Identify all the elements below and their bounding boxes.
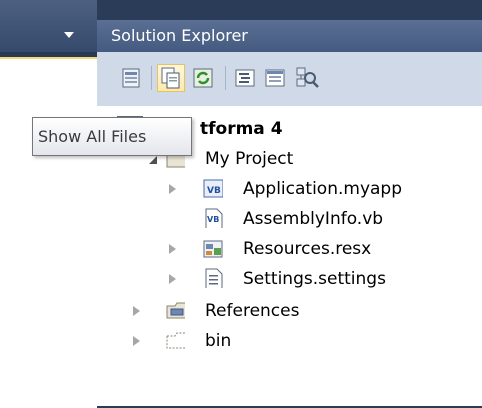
tree-item-label: Application.myapp [243,179,403,199]
vb-settings-icon: VB [203,179,223,198]
refresh-button[interactable] [189,64,217,92]
tree-item-resources-resx[interactable]: Resources.resx [97,234,482,264]
tree-item-assemblyinfo-vb[interactable]: VB AssemblyInfo.vb [97,204,482,234]
show-all-files-tooltip: Show All Files [32,117,192,156]
tree-item-label: Settings.settings [243,269,386,289]
view-designer-icon [265,69,285,87]
collapse-arrow-icon[interactable] [133,336,140,346]
vb-file-icon: VB [205,208,223,228]
tree-project-label: tforma 4 [200,119,283,139]
left-document-area [0,57,97,408]
tree-item-settings-settings[interactable]: Settings.settings [97,264,482,294]
left-panel-header [0,0,97,52]
view-code-icon [235,69,255,87]
properties-icon [122,68,140,88]
svg-text:VB: VB [207,215,219,224]
references-folder-icon [166,302,185,319]
show-all-files-icon [161,67,180,89]
class-diagram-button[interactable] [293,64,321,92]
toolbar-separator [225,66,226,90]
expand-arrow-icon[interactable] [149,156,157,164]
class-diagram-icon [296,67,319,88]
tree-item-references[interactable]: References [97,296,482,326]
refresh-icon [193,68,213,88]
collapse-arrow-icon[interactable] [169,184,176,194]
solution-explorer-title: Solution Explorer [97,20,482,52]
view-code-button[interactable] [231,64,259,92]
settings-file-icon [205,268,223,288]
tree-item-application-myapp[interactable]: VB Application.myapp [97,174,482,204]
tree-item-label: References [205,301,300,321]
svg-text:VB: VB [207,186,221,196]
collapse-arrow-icon[interactable] [169,244,176,254]
dropdown-arrow-icon[interactable] [64,32,74,38]
tree-item-label: bin [205,331,232,351]
collapse-arrow-icon[interactable] [133,306,140,316]
tree-item-bin[interactable]: bin [97,326,482,356]
show-all-files-button[interactable] [157,64,185,92]
toolbar-separator [151,66,152,90]
view-designer-button[interactable] [261,64,289,92]
solution-explorer-toolbar [97,52,482,106]
tree-item-label: Resources.resx [243,239,372,259]
properties-button[interactable] [117,64,145,92]
tree-item-label: AssemblyInfo.vb [243,209,384,229]
hidden-folder-icon [166,332,185,349]
left-panel [0,0,97,408]
collapse-arrow-icon[interactable] [169,274,176,284]
resources-icon [203,240,223,258]
tree-item-label: My Project [205,149,294,169]
